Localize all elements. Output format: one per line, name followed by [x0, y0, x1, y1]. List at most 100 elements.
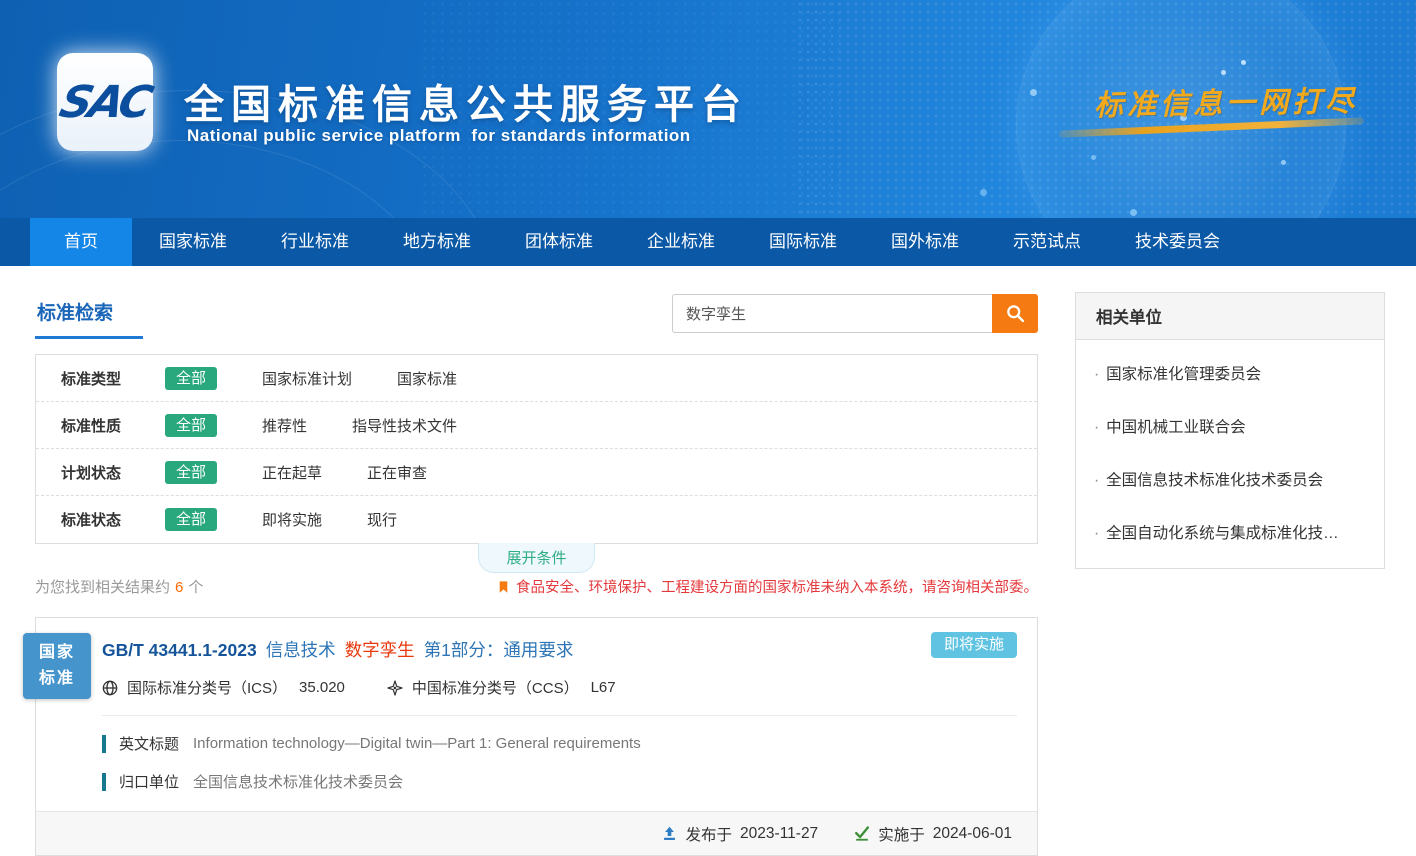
filter-all-button-standard-status[interactable]: 全部 — [165, 508, 217, 531]
detail-value-centralized-unit: 全国信息技术标准化技术委员会 — [193, 771, 403, 792]
related-units-title: 相关单位 — [1076, 293, 1384, 340]
related-unit-item-3[interactable]: · 全国自动化系统与集成标准化技… — [1076, 505, 1384, 558]
detail-row-centralized-unit: 归口单位全国信息技术标准化技术委员会 — [102, 771, 1017, 792]
implement-label: 实施于 — [878, 823, 925, 845]
nav-item-pilot-projects[interactable]: 示范试点 — [986, 218, 1108, 266]
publish-date-item: 发布于 2023-11-27 — [661, 823, 819, 845]
filter-label-standard-type: 标准类型 — [61, 368, 133, 389]
publish-date: 2023-11-27 — [740, 825, 818, 843]
implement-date-item: 实施于 2024-06-01 — [853, 823, 1012, 845]
filter-label-plan-status: 计划状态 — [61, 462, 133, 483]
list-bullet: · — [1094, 525, 1099, 542]
card-footer: 发布于 2023-11-27 实施于 2024-06-01 — [36, 811, 1037, 855]
publish-icon — [661, 825, 678, 842]
filter-all-button-plan-status[interactable]: 全部 — [165, 461, 217, 484]
nav-list: 首页国家标准行业标准地方标准团体标准企业标准国际标准国外标准示范试点技术委员会 — [0, 218, 1416, 266]
search-section: 标准检索 — [35, 292, 1038, 339]
nav-item-international-standards[interactable]: 国际标准 — [742, 218, 864, 266]
filter-all-button-standard-type[interactable]: 全部 — [165, 367, 217, 390]
nav-item-national-standards[interactable]: 国家标准 — [132, 218, 254, 266]
sac-logo[interactable]: SAC — [57, 53, 153, 151]
standard-type-badge: 国家 标准 — [23, 633, 91, 699]
implement-date: 2024-06-01 — [933, 825, 1012, 843]
standard-title-link[interactable]: GB/T 43441.1-2023 信息技术数字孪生第1部分：通用要求 — [102, 637, 1017, 662]
filter-panel: 标准类型全部国家标准计划国家标准标准性质全部推荐性指导性技术文件计划状态全部正在… — [35, 354, 1038, 544]
filter-all-button-standard-nature[interactable]: 全部 — [165, 414, 217, 437]
page-header: SAC 全国标准信息公共服务平台 National public service… — [0, 0, 1416, 218]
filter-option-standard-nature-1[interactable]: 指导性技术文件 — [352, 415, 457, 436]
title-keyword-highlight: 数字孪生 — [345, 640, 415, 660]
ccs-label: 中国标准分类号（CCS） — [412, 677, 579, 698]
expand-conditions-button[interactable]: 展开条件 — [478, 543, 594, 573]
nav-item-home[interactable]: 首页 — [30, 218, 132, 266]
classification-row: 国际标准分类号（ICS） 35.020 中国标准分类号（CCS） L67 — [102, 677, 1017, 698]
system-notice: 食品安全、环境保护、工程建设方面的国家标准未纳入本系统，请咨询相关部委。 — [497, 576, 1038, 597]
implement-check-icon — [853, 825, 870, 842]
filter-row-standard-status: 标准状态 全部 即将实施 现行 — [36, 496, 1037, 543]
detail-row-english-title: 英文标题Information technology—Digital twin—… — [102, 733, 1017, 754]
filter-label-standard-status: 标准状态 — [61, 509, 133, 530]
notice-text: 食品安全、环境保护、工程建设方面的国家标准未纳入本系统，请咨询相关部委。 — [516, 576, 1038, 597]
related-unit-label: 全国自动化系统与集成标准化技… — [1106, 525, 1339, 542]
related-units-list: ·国家标准化管理委员会·中国机械工业联合会·全国信息技术标准化技术委员会·全国自… — [1076, 340, 1384, 568]
results-count: 6 — [175, 579, 183, 596]
related-unit-label: 国家标准化管理委员会 — [1106, 366, 1261, 383]
nav-item-enterprise-standards[interactable]: 企业标准 — [620, 218, 742, 266]
nav-item-industry-standards[interactable]: 行业标准 — [254, 218, 376, 266]
related-unit-item-1[interactable]: ·中国机械工业联合会 — [1076, 399, 1384, 452]
related-unit-item-2[interactable]: · 全国信息技术标准化技术委员会 — [1076, 452, 1384, 505]
expand-wrap: 展开条件 — [35, 544, 1038, 572]
standard-code: GB/T 43441.1-2023 — [102, 640, 257, 660]
related-unit-label: 全国信息技术标准化技术委员会 — [1106, 472, 1323, 489]
search-input[interactable] — [672, 294, 992, 333]
nav-item-foreign-standards[interactable]: 国外标准 — [864, 218, 986, 266]
site-title: 全国标准信息公共服务平台 — [184, 72, 748, 130]
filter-option-standard-nature-0[interactable]: 推荐性 — [262, 415, 307, 436]
sac-logo-text: SAC — [55, 77, 155, 128]
site-slogan: 标准信息一网打尽 — [1094, 78, 1359, 125]
filter-option-plan-status-1[interactable]: 正在审查 — [367, 462, 427, 483]
title-segment: 第1部分：通用要求 — [424, 640, 574, 660]
publish-label: 发布于 — [686, 823, 733, 845]
search-box — [672, 294, 1038, 333]
main-column: 标准检索 标准类型全部国家标准计划国家标准标准性质全部推荐性指导性技术文件计划状… — [35, 292, 1038, 856]
results-summary: 为您找到相关结果约6个 — [35, 576, 203, 597]
filter-row-standard-type: 标准类型 全部 国家标准计划 国家标准 — [36, 355, 1037, 402]
list-bullet: · — [1094, 419, 1099, 436]
title-segment: 信息技术 — [266, 640, 336, 660]
results-row: 为您找到相关结果约6个 食品安全、环境保护、工程建设方面的国家标准未纳入本系统，… — [35, 576, 1038, 597]
bookmark-icon — [497, 579, 510, 595]
compass-icon — [387, 680, 403, 696]
filter-option-standard-type-0[interactable]: 国家标准计划 — [262, 368, 352, 389]
page-title: 标准检索 — [35, 292, 143, 339]
filter-option-standard-type-1[interactable]: 国家标准 — [397, 368, 457, 389]
status-badge: 即将实施 — [931, 632, 1017, 658]
filter-option-standard-status-1[interactable]: 现行 — [367, 509, 397, 530]
ccs-value: L67 — [591, 679, 616, 696]
main-nav: 首页国家标准行业标准地方标准团体标准企业标准国际标准国外标准示范试点技术委员会 — [0, 218, 1416, 266]
list-bullet: · — [1094, 472, 1099, 489]
content-area: 标准检索 标准类型全部国家标准计划国家标准标准性质全部推荐性指导性技术文件计划状… — [0, 266, 1416, 856]
sparkle-dots — [1241, 60, 1246, 65]
nav-item-technical-committees[interactable]: 技术委员会 — [1108, 218, 1247, 266]
detail-row-bar — [102, 773, 106, 791]
detail-row-bar — [102, 735, 106, 753]
search-icon — [1005, 303, 1026, 324]
detail-label-english-title: 英文标题 — [119, 733, 179, 754]
nav-item-local-standards[interactable]: 地方标准 — [376, 218, 498, 266]
detail-rows: 英文标题Information technology—Digital twin—… — [102, 733, 1017, 792]
site-subtitle: National public service platform for sta… — [187, 126, 691, 146]
filter-row-plan-status: 计划状态 全部 正在起草 正在审查 — [36, 449, 1037, 496]
filter-label-standard-nature: 标准性质 — [61, 415, 133, 436]
search-button[interactable] — [992, 294, 1038, 333]
card-divider — [102, 715, 1017, 716]
list-bullet: · — [1094, 366, 1099, 383]
ics-label: 国际标准分类号（ICS） — [127, 677, 287, 698]
related-unit-item-0[interactable]: · 国家标准化管理委员会 — [1076, 346, 1384, 399]
ics-value: 35.020 — [299, 679, 345, 696]
filter-row-standard-nature: 标准性质 全部 推荐性 指导性技术文件 — [36, 402, 1037, 449]
nav-item-group-standards[interactable]: 团体标准 — [498, 218, 620, 266]
detail-label-centralized-unit: 归口单位 — [119, 771, 179, 792]
filter-option-plan-status-0[interactable]: 正在起草 — [262, 462, 322, 483]
filter-option-standard-status-0[interactable]: 即将实施 — [262, 509, 322, 530]
